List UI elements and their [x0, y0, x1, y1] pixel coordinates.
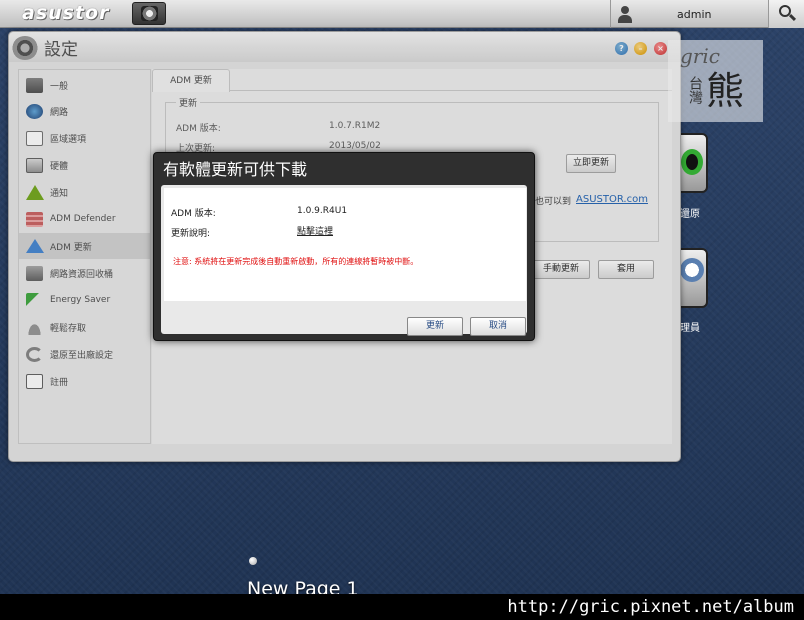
release-notes-label: 更新說明: [171, 229, 211, 239]
desktop-icon-label: 還原 [680, 209, 700, 220]
footer-watermark-bar: http://gric.pixnet.net/album [0, 594, 804, 620]
watermark-logo: gric 台灣 熊 [668, 40, 763, 122]
app-launcher-icon [141, 6, 158, 21]
app-launcher-button[interactable] [132, 2, 166, 25]
footer-url: http://gric.pixnet.net/album [507, 597, 794, 617]
user-menu[interactable]: admin [610, 0, 768, 28]
update-button[interactable]: 更新 [407, 317, 463, 336]
search-button[interactable] [768, 0, 804, 28]
new-version-value: 1.0.9.R4U1 [297, 206, 348, 216]
page-indicator-dot[interactable] [249, 557, 257, 565]
new-version-label: ADM 版本: [171, 209, 216, 219]
desktop-icon-label: 理員 [680, 323, 700, 334]
cancel-button[interactable]: 取消 [470, 317, 526, 336]
username-label: admin [677, 7, 712, 21]
dialog-body: ADM 版本: 1.0.9.R4U1 更新說明: 點擊這裡 注意: 系統將在更新… [161, 185, 527, 336]
release-notes-link[interactable]: 點擊這裡 [297, 224, 333, 237]
top-bar: asustor admin [0, 0, 804, 28]
update-available-dialog: 有軟體更新可供下載 ADM 版本: 1.0.9.R4U1 更新說明: 點擊這裡 … [153, 152, 535, 341]
restart-warning: 注意: 系統將在更新完成後自動重新啟動，所有的連線將暫時被中斷。 [173, 257, 419, 266]
asustor-logo: asustor [22, 2, 110, 24]
dialog-title: 有軟體更新可供下載 [163, 160, 308, 179]
user-icon [617, 5, 633, 23]
